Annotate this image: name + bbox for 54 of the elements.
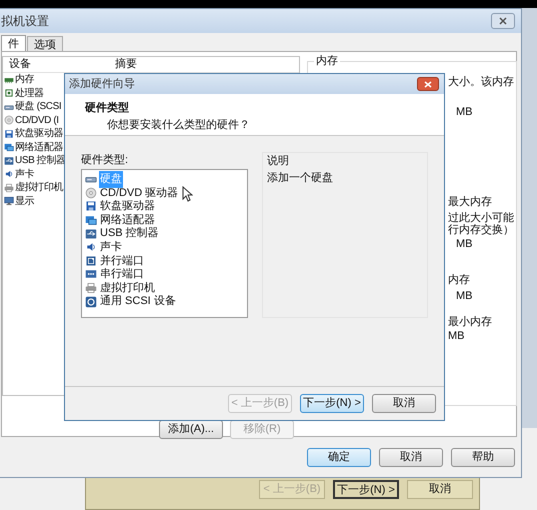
tab[interactable]: 选项 — [27, 36, 63, 51]
dialog-button[interactable]: 帮助 — [451, 448, 515, 466]
label-text: MB — [456, 289, 472, 304]
label-text: 最大内存 — [448, 195, 492, 210]
speaker-icon — [85, 241, 97, 254]
device-name[interactable]: 硬盘 (SCSI — [15, 99, 62, 114]
label-text: MB — [456, 237, 472, 252]
device-name[interactable]: 网络适配器 — [15, 140, 64, 155]
device-name[interactable]: CD/DVD (I — [15, 112, 59, 128]
disc-icon — [85, 186, 97, 199]
label-text: MB — [448, 329, 464, 344]
label-text: 最小内存 — [448, 315, 492, 330]
dialog-button[interactable]: 添加(A)... — [159, 420, 223, 439]
description-label: 说明 — [267, 154, 290, 169]
network-adapter-icon — [4, 142, 14, 152]
device-name[interactable]: 声卡 — [15, 166, 34, 182]
close-button[interactable] — [491, 13, 515, 29]
heading: 硬件类型 — [85, 100, 130, 116]
mouse-pointer-icon — [182, 186, 193, 202]
device-name[interactable]: 处理器 — [15, 86, 44, 101]
dialog-button[interactable]: 下一步(N) > — [300, 394, 364, 413]
dialog-button[interactable]: 取消 — [407, 480, 473, 499]
close-icon — [424, 80, 432, 88]
label-text: 行内存交换） — [448, 222, 514, 238]
speaker-icon — [4, 169, 14, 180]
subheading: 你想要安装什么类型的硬件？ — [106, 118, 251, 132]
printer-icon — [85, 282, 97, 294]
device-name[interactable]: 显示 — [15, 194, 34, 209]
dialog-button[interactable]: 确定 — [307, 448, 371, 466]
device-name[interactable]: 软盘驱动器 — [15, 126, 64, 142]
label-text: MB — [456, 105, 472, 120]
tab[interactable]: 件 — [1, 35, 26, 52]
close-icon — [499, 17, 507, 25]
label-text: 内存 — [448, 273, 470, 288]
window-title: 添加硬件向导 — [69, 76, 135, 92]
network-adapter-icon — [85, 214, 97, 226]
window-title: 拟机设置 — [1, 13, 49, 30]
dialog-button[interactable]: 取消 — [379, 448, 443, 466]
monitor-icon — [4, 196, 14, 206]
port-icon — [85, 268, 97, 280]
label-text: 过此大小可能 — [448, 211, 514, 224]
device-icon — [85, 296, 97, 308]
label-text: 大小。该内存 — [448, 74, 514, 90]
column-header: 设备 — [8, 57, 32, 72]
dialog-button[interactable]: 下一步(N) > — [333, 480, 399, 499]
close-button[interactable] — [417, 77, 439, 91]
column-header: 摘要 — [115, 56, 137, 72]
description-text: 添加一个硬盘 — [267, 170, 334, 186]
device-name[interactable]: 内存 — [15, 72, 34, 88]
list-label: 硬件类型: — [81, 153, 130, 168]
port-icon — [85, 254, 97, 267]
dialog-button[interactable]: 取消 — [372, 394, 436, 413]
device-name[interactable]: 虚拟打印机 — [15, 180, 64, 196]
usb-icon — [85, 228, 97, 240]
